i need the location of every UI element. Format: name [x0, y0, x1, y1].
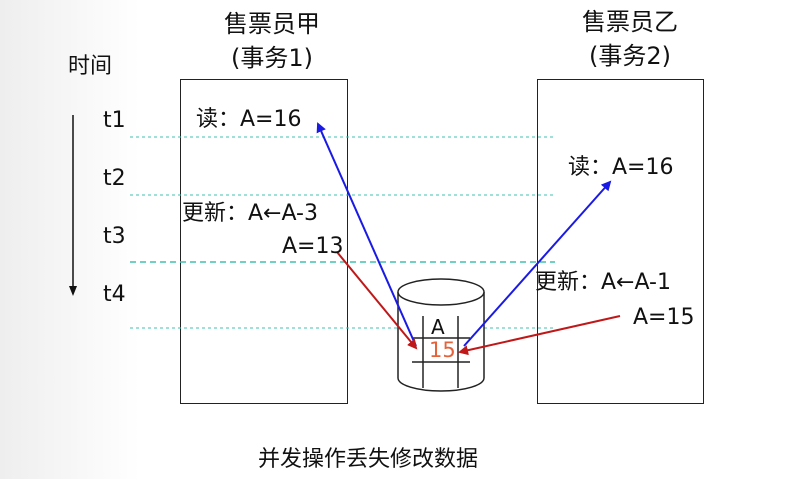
- read-arrow-transaction2: [463, 180, 612, 347]
- diagram-caption: 并发操作丢失修改数据: [258, 447, 479, 472]
- t1-read-op: 读：A=16: [196, 107, 302, 132]
- db-item-label: A: [431, 315, 445, 339]
- t2-update-result: A=15: [633, 305, 695, 330]
- t1-update-op: 更新：A←A-3: [182, 201, 318, 226]
- time-axis-arrow: [69, 115, 77, 296]
- t1-update-result: A=13: [282, 234, 344, 259]
- db-item-value: 15: [429, 338, 456, 362]
- t2-read-op: 读：A=16: [568, 155, 674, 180]
- t2-update-op: 更新：A←A-1: [535, 270, 671, 295]
- diagram-lines: [69, 115, 621, 392]
